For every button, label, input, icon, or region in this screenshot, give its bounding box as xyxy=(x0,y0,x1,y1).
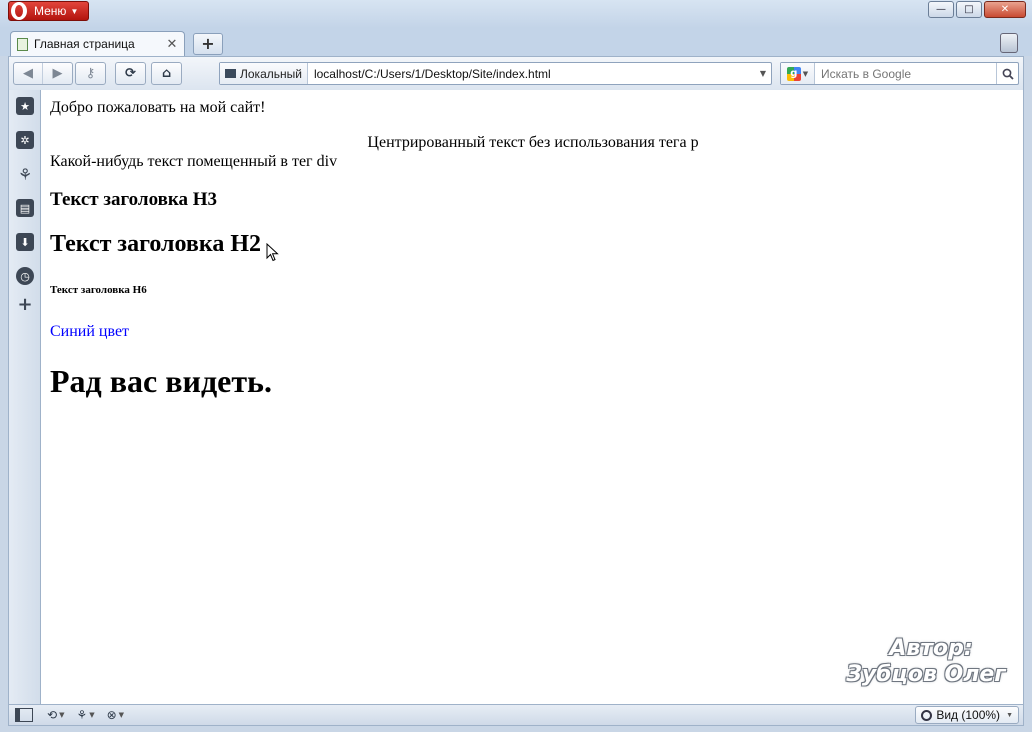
opera-menu-button[interactable]: Меню ▼ xyxy=(8,1,89,21)
search-button[interactable] xyxy=(996,63,1018,84)
watermark-line-1: Автор: xyxy=(889,636,973,661)
arrow-left-icon: ◀ xyxy=(23,66,33,81)
div-text: Какой-нибудь текст помещенный в тег div xyxy=(50,153,338,170)
tab-home[interactable]: Главная страница ✕ xyxy=(10,31,185,56)
speed-dial-button[interactable]: ⊗ ▼ xyxy=(107,706,124,724)
search-engine-selector[interactable]: g ▼ xyxy=(781,63,815,84)
chevron-down-icon: ▼ xyxy=(59,711,65,719)
turbo-icon: ⟲ xyxy=(47,708,58,722)
reload-group: ⟳ xyxy=(115,62,146,85)
zoom-label: Вид (100%) xyxy=(936,708,1001,722)
key-icon: ⚷ xyxy=(85,66,96,81)
home-icon: ⌂ xyxy=(161,66,172,81)
side-panel: ★ ✲ ⚘ ▤ ⬇ ◷ + xyxy=(8,90,40,704)
reload-button[interactable]: ⟳ xyxy=(116,63,145,84)
google-icon: g xyxy=(786,66,801,81)
chevron-down-icon: ▼ xyxy=(802,69,809,78)
mouse-cursor-icon xyxy=(266,243,279,262)
notes-icon[interactable]: ▤ xyxy=(16,199,34,217)
title-bar: Меню ▼ — □ ✕ xyxy=(0,0,1032,28)
home-group: ⌂ xyxy=(151,62,182,85)
chevron-down-icon: ▼ xyxy=(118,711,125,719)
watermark-line-2: Зубцов Олег xyxy=(846,662,1006,687)
maximize-button[interactable]: □ xyxy=(956,1,982,18)
widgets-icon[interactable]: ✲ xyxy=(16,131,34,149)
tab-title: Главная страница xyxy=(34,37,135,51)
magnifier-icon xyxy=(921,709,933,721)
forward-button[interactable]: ▶ xyxy=(43,63,72,84)
downloads-icon[interactable]: ⬇ xyxy=(16,233,34,251)
url-text[interactable]: localhost/C:/Users/1/Desktop/Site/index.… xyxy=(314,67,755,81)
trash-icon[interactable] xyxy=(1000,33,1018,53)
turbo-button[interactable]: ⟲ ▼ xyxy=(47,706,64,724)
page-viewport: Добро пожаловать на мой сайт! Центрирова… xyxy=(40,90,1024,704)
menu-button-label: Меню xyxy=(34,4,67,18)
gauge-icon: ⊗ xyxy=(106,708,117,722)
back-button[interactable]: ◀ xyxy=(14,63,43,84)
wand-group: ⚷ xyxy=(75,62,106,85)
add-panel-icon[interactable]: + xyxy=(16,296,34,314)
search-input[interactable] xyxy=(821,66,996,81)
panel-icon xyxy=(15,708,33,722)
minimize-button[interactable]: — xyxy=(928,1,954,18)
page-icon xyxy=(17,37,28,51)
unite-status-button[interactable]: ⚘ ▼ xyxy=(76,706,94,724)
security-label: Локальный xyxy=(240,66,302,81)
back-forward-group: ◀ ▶ xyxy=(13,62,73,85)
address-bar[interactable]: Локальный localhost/C:/Users/1/Desktop/S… xyxy=(219,62,772,85)
author-watermark: Автор: Зубцов Олег xyxy=(826,636,1023,688)
new-tab-button[interactable]: + xyxy=(193,33,223,55)
window-controls: — □ ✕ xyxy=(928,1,1026,18)
unite-icon[interactable]: ⚘ xyxy=(16,165,34,184)
reload-icon: ⟳ xyxy=(125,66,136,81)
heading-h1: Рад вас видеть. xyxy=(50,363,272,399)
chevron-down-icon: ▼ xyxy=(89,711,95,719)
status-bar: ⟲ ▼ ⚘ ▼ ⊗ ▼ Вид (100%) ▼ xyxy=(8,704,1024,726)
search-box: g ▼ xyxy=(780,62,1019,85)
arrow-right-icon: ▶ xyxy=(52,66,63,81)
tab-bar: Главная страница ✕ + xyxy=(0,28,1032,56)
history-icon[interactable]: ◷ xyxy=(16,267,34,285)
home-button[interactable]: ⌂ xyxy=(152,63,181,84)
chevron-down-icon: ▼ xyxy=(1006,711,1013,719)
search-icon xyxy=(1002,68,1014,80)
zoom-control[interactable]: Вид (100%) ▼ xyxy=(915,706,1019,724)
tab-close-icon[interactable]: ✕ xyxy=(164,36,180,52)
heading-h2: Текст заголовка H2 xyxy=(50,231,262,257)
heading-h3: Текст заголовка H3 xyxy=(50,189,218,210)
heading-h6: Текст заголовка H6 xyxy=(50,284,147,296)
centered-text: Центрированный текст без использования т… xyxy=(367,134,699,151)
welcome-text: Добро пожаловать на мой сайт! xyxy=(50,99,266,116)
security-badge[interactable]: Локальный xyxy=(220,63,308,84)
opera-logo-icon xyxy=(11,2,27,20)
navigation-toolbar: ◀ ▶ ⚷ ⟳ ⌂ Локальный localhost/C:/Users/1… xyxy=(8,56,1024,90)
close-window-button[interactable]: ✕ xyxy=(984,1,1026,18)
bookmarks-icon[interactable]: ★ xyxy=(16,97,34,115)
monitor-icon xyxy=(225,69,236,78)
blue-text: Синий цвет xyxy=(50,323,130,340)
chevron-down-icon[interactable]: ▼ xyxy=(755,69,771,78)
unite-icon: ⚘ xyxy=(76,708,88,722)
wand-button[interactable]: ⚷ xyxy=(76,63,105,84)
chevron-down-icon: ▼ xyxy=(70,6,79,16)
toggle-panel-button[interactable] xyxy=(15,706,33,724)
